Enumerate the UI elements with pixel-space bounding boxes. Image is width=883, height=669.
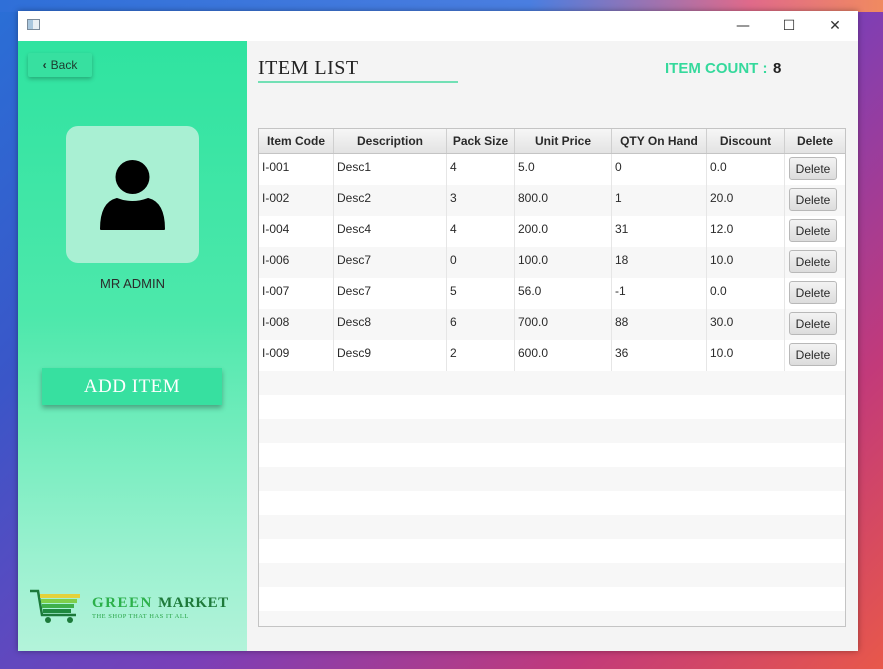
empty-row <box>259 443 845 467</box>
cell-pack-size: 4 <box>447 154 515 185</box>
delete-button[interactable]: Delete <box>789 188 837 211</box>
cell-discount: 0.0 <box>707 278 785 309</box>
cell-unit-price: 56.0 <box>515 278 612 309</box>
cell-unit-price: 700.0 <box>515 309 612 340</box>
table-row[interactable]: I-001 Desc1 4 5.0 0 0.0 Delete <box>259 154 845 185</box>
cell-discount: 10.0 <box>707 340 785 371</box>
delete-button[interactable]: Delete <box>789 250 837 273</box>
cell-item-code: I-009 <box>259 340 334 371</box>
cell-qty-on-hand: 88 <box>612 309 707 340</box>
empty-row <box>259 371 845 395</box>
maximize-icon[interactable]: ☐ <box>766 11 812 41</box>
delete-button[interactable]: Delete <box>789 343 837 366</box>
cell-qty-on-hand: 0 <box>612 154 707 185</box>
title-bar: — ☐ ✕ <box>18 11 858 41</box>
cell-pack-size: 0 <box>447 247 515 278</box>
minimize-icon[interactable]: — <box>720 11 766 41</box>
cell-qty-on-hand: 1 <box>612 185 707 216</box>
cell-description: Desc9 <box>334 340 447 371</box>
admin-name: MR ADMIN <box>100 276 165 291</box>
empty-row <box>259 515 845 539</box>
column-header-item-code[interactable]: Item Code <box>259 129 334 153</box>
table-row[interactable]: I-004 Desc4 4 200.0 31 12.0 Delete <box>259 216 845 247</box>
cell-discount: 30.0 <box>707 309 785 340</box>
delete-button[interactable]: Delete <box>789 157 837 180</box>
add-item-button[interactable]: ADD ITEM <box>42 368 222 405</box>
column-header-pack-size[interactable]: Pack Size <box>447 129 515 153</box>
title-underline <box>258 81 458 83</box>
cell-description: Desc8 <box>334 309 447 340</box>
cell-unit-price: 100.0 <box>515 247 612 278</box>
item-count-value: 8 <box>773 60 782 77</box>
main-content: ITEM LIST ITEM COUNT : 8 Item Code Descr… <box>247 41 858 651</box>
cell-description: Desc7 <box>334 247 447 278</box>
column-header-description[interactable]: Description <box>334 129 447 153</box>
cell-discount: 10.0 <box>707 247 785 278</box>
empty-row <box>259 587 845 611</box>
cell-discount: 12.0 <box>707 216 785 247</box>
cell-item-code: I-008 <box>259 309 334 340</box>
empty-row <box>259 563 845 587</box>
delete-button[interactable]: Delete <box>789 219 837 242</box>
delete-button[interactable]: Delete <box>789 312 837 335</box>
cell-item-code: I-007 <box>259 278 334 309</box>
cell-unit-price: 200.0 <box>515 216 612 247</box>
cell-pack-size: 3 <box>447 185 515 216</box>
cell-pack-size: 4 <box>447 216 515 247</box>
app-window: — ☐ ✕ ‹ Back MR ADMIN ADD ITEM GREEN MAR… <box>18 11 858 651</box>
page-title: ITEM LIST <box>258 57 359 79</box>
cell-discount: 0.0 <box>707 154 785 185</box>
column-header-unit-price[interactable]: Unit Price <box>515 129 612 153</box>
cell-item-code: I-004 <box>259 216 334 247</box>
item-count-label: ITEM COUNT : <box>665 60 768 77</box>
app-icon <box>27 19 40 30</box>
logo-tagline: THE SHOP THAT HAS IT ALL <box>92 613 189 620</box>
cell-qty-on-hand: 36 <box>612 340 707 371</box>
empty-row <box>259 467 845 491</box>
table-row[interactable]: I-008 Desc8 6 700.0 88 30.0 Delete <box>259 309 845 340</box>
empty-row <box>259 395 845 419</box>
cell-unit-price: 800.0 <box>515 185 612 216</box>
cell-qty-on-hand: 18 <box>612 247 707 278</box>
cell-qty-on-hand: 31 <box>612 216 707 247</box>
cart-logo-icon <box>30 589 80 623</box>
cell-pack-size: 6 <box>447 309 515 340</box>
empty-row <box>259 539 845 563</box>
column-header-delete[interactable]: Delete <box>785 129 845 153</box>
cell-unit-price: 600.0 <box>515 340 612 371</box>
chevron-left-icon: ‹ <box>42 58 47 72</box>
cell-item-code: I-002 <box>259 185 334 216</box>
sidebar: ‹ Back MR ADMIN ADD ITEM GREEN MARKET TH… <box>18 41 247 651</box>
cell-description: Desc7 <box>334 278 447 309</box>
column-header-discount[interactable]: Discount <box>707 129 785 153</box>
table-row[interactable]: I-006 Desc7 0 100.0 18 10.0 Delete <box>259 247 845 278</box>
back-button-label: Back <box>50 58 78 72</box>
item-table[interactable]: Item Code Description Pack Size Unit Pri… <box>258 128 846 627</box>
table-header: Item Code Description Pack Size Unit Pri… <box>259 129 845 154</box>
cell-item-code: I-006 <box>259 247 334 278</box>
delete-button[interactable]: Delete <box>789 281 837 304</box>
empty-row <box>259 611 845 626</box>
cell-pack-size: 2 <box>447 340 515 371</box>
cell-item-code: I-001 <box>259 154 334 185</box>
table-row[interactable]: I-007 Desc7 5 56.0 -1 0.0 Delete <box>259 278 845 309</box>
cell-description: Desc4 <box>334 216 447 247</box>
back-button[interactable]: ‹ Back <box>28 53 92 77</box>
cell-description: Desc2 <box>334 185 447 216</box>
column-header-qty-on-hand[interactable]: QTY On Hand <box>612 129 707 153</box>
cell-qty-on-hand: -1 <box>612 278 707 309</box>
avatar <box>66 126 199 263</box>
cell-unit-price: 5.0 <box>515 154 612 185</box>
empty-row <box>259 419 845 443</box>
user-icon <box>100 160 165 230</box>
cell-description: Desc1 <box>334 154 447 185</box>
logo-name: GREEN MARKET <box>92 595 229 611</box>
empty-row <box>259 491 845 515</box>
cell-pack-size: 5 <box>447 278 515 309</box>
cell-discount: 20.0 <box>707 185 785 216</box>
table-row[interactable]: I-009 Desc9 2 600.0 36 10.0 Delete <box>259 340 845 371</box>
close-icon[interactable]: ✕ <box>812 11 858 41</box>
table-row[interactable]: I-002 Desc2 3 800.0 1 20.0 Delete <box>259 185 845 216</box>
brand-logo: GREEN MARKET THE SHOP THAT HAS IT ALL <box>28 589 243 629</box>
